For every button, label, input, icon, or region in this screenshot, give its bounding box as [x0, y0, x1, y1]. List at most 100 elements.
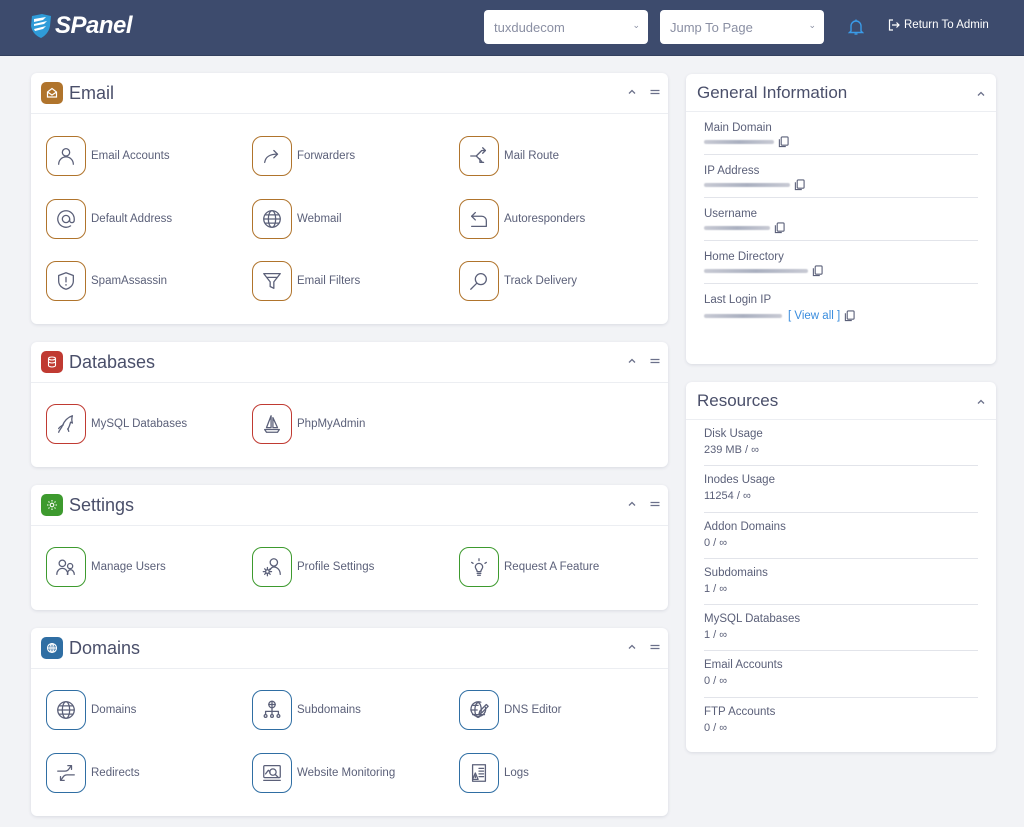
resource-label: Addon Domains: [704, 520, 786, 533]
chevron-down-icon: ⌄: [808, 20, 816, 30]
gear-icon: [41, 494, 63, 516]
tile-phpmyadmin[interactable]: PhpMyAdmin: [252, 404, 365, 444]
resource-value: 0 / ∞: [704, 536, 728, 549]
copy-icon[interactable]: [812, 265, 823, 277]
info-label: Username: [704, 208, 758, 220]
tile-logs[interactable]: Logs: [459, 753, 529, 793]
drag-handle-icon[interactable]: [650, 642, 660, 652]
tile-subdomains[interactable]: Subdomains: [252, 690, 361, 730]
tile-label: Mail Route: [504, 150, 559, 162]
tile-webmail[interactable]: Webmail: [252, 199, 342, 239]
domain-select-value: tuxdudecom: [494, 19, 565, 35]
view-all-link[interactable]: [ View all ]: [788, 308, 840, 324]
tile-request-a-feature[interactable]: Request A Feature: [459, 547, 599, 587]
copy-icon[interactable]: [844, 310, 855, 322]
panel-title: Resources: [697, 390, 779, 410]
info-label: IP Address: [704, 165, 760, 177]
resource-label: FTP Accounts: [704, 705, 776, 718]
tile-email-accounts[interactable]: Email Accounts: [46, 136, 170, 176]
resource-row-disk-usage: Disk Usage 239 MB / ∞: [704, 420, 978, 467]
redacted-value: [704, 226, 770, 230]
domains-section: Domains Domains Subdomains DNS Editor Re…: [31, 628, 668, 816]
collapse-chevron-icon[interactable]: [627, 87, 637, 97]
info-label: Last Login IP: [704, 294, 772, 306]
tile-label: Manage Users: [91, 561, 166, 573]
copy-icon[interactable]: [794, 179, 805, 191]
dolphin-icon: [55, 413, 77, 435]
tile-label: Request A Feature: [504, 561, 600, 573]
tile-track-delivery[interactable]: Track Delivery: [459, 261, 577, 301]
tile-label: Track Delivery: [504, 275, 578, 287]
exit-icon: [888, 19, 900, 31]
copy-icon[interactable]: [774, 222, 785, 234]
drag-handle-icon[interactable]: [650, 356, 660, 366]
section-title: Email: [69, 82, 115, 103]
resource-row-ftp-accounts: FTP Accounts 0 / ∞: [704, 698, 978, 744]
resource-row-mysql-databases: MySQL Databases 1 / ∞: [704, 605, 978, 652]
tile-default-address[interactable]: Default Address: [46, 199, 172, 239]
info-row-ip-address: IP Address: [704, 155, 978, 198]
tile-manage-users[interactable]: Manage Users: [46, 547, 166, 587]
section-title: Settings: [69, 494, 135, 515]
domain-select[interactable]: tuxdudecom ⌄: [484, 10, 648, 44]
spanel-logo[interactable]: SPanel: [30, 13, 133, 39]
tile-domains[interactable]: Domains: [46, 690, 136, 730]
tile-label: Website Monitoring: [297, 767, 396, 779]
tile-label: Webmail: [297, 213, 342, 225]
tile-label: Email Accounts: [91, 150, 170, 162]
funnel-icon: [261, 270, 283, 292]
network-icon: [261, 699, 283, 721]
globe-icon: [261, 208, 283, 230]
collapse-chevron-icon[interactable]: [627, 499, 637, 509]
user-icon: [55, 145, 77, 167]
shield-logo-icon: [31, 14, 51, 38]
resource-row-subdomains: Subdomains 1 / ∞: [704, 559, 978, 606]
lightbulb-icon: [468, 556, 490, 578]
jump-to-page-select[interactable]: Jump To Page ⌄: [660, 10, 824, 44]
envelope-open-icon: [41, 82, 63, 104]
return-to-admin-button[interactable]: Return To Admin: [888, 19, 989, 31]
resource-label: MySQL Databases: [704, 613, 801, 626]
drag-handle-icon[interactable]: [650, 499, 660, 509]
info-row-last-login-ip: Last Login IP [ View all ]: [704, 284, 978, 330]
general-information-header: General Information: [686, 74, 996, 112]
magnifier-icon: [468, 270, 490, 292]
tile-dns-editor[interactable]: DNS Editor: [459, 690, 562, 730]
databases-section: Databases MySQL Databases PhpMyAdmin: [31, 342, 668, 467]
tile-label: DNS Editor: [504, 704, 562, 716]
tile-label: Redirects: [91, 767, 140, 779]
tile-autoresponders[interactable]: Autoresponders: [459, 199, 585, 239]
collapse-chevron-icon[interactable]: [976, 397, 986, 407]
tile-forwarders[interactable]: Forwarders: [252, 136, 355, 176]
redacted-value: [704, 140, 774, 144]
tile-label: Subdomains: [297, 704, 361, 716]
info-row-home-directory: Home Directory: [704, 241, 978, 284]
redacted-value: [704, 269, 808, 273]
tile-label: SpamAssassin: [91, 275, 168, 287]
general-information-panel: General Information Main Domain IP Addre…: [686, 74, 996, 364]
section-title: Databases: [69, 351, 156, 372]
collapse-chevron-icon[interactable]: [627, 642, 637, 652]
return-to-admin-label: Return To Admin: [904, 19, 989, 31]
collapse-chevron-icon[interactable]: [976, 89, 986, 99]
redacted-value: [704, 314, 782, 318]
tile-redirects[interactable]: Redirects: [46, 753, 140, 793]
tile-website-monitoring[interactable]: Website Monitoring: [252, 753, 395, 793]
tile-spamassassin[interactable]: SpamAssassin: [46, 261, 167, 301]
tile-email-filters[interactable]: Email Filters: [252, 261, 360, 301]
notification-bell-icon[interactable]: [848, 18, 864, 36]
tile-profile-settings[interactable]: Profile Settings: [252, 547, 374, 587]
resource-row-inodes-usage: Inodes Usage 11254 / ∞: [704, 466, 978, 513]
tile-label: PhpMyAdmin: [297, 418, 366, 430]
tile-mail-route[interactable]: Mail Route: [459, 136, 559, 176]
resource-value: 11254 / ∞: [704, 490, 751, 503]
copy-icon[interactable]: [778, 136, 789, 148]
shield-alert-icon: [55, 270, 77, 292]
collapse-chevron-icon[interactable]: [627, 356, 637, 366]
globe-icon: [55, 699, 77, 721]
tile-mysql-databases[interactable]: MySQL Databases: [46, 404, 187, 444]
settings-section: Settings Manage Users Profile Settings R…: [31, 485, 668, 610]
drag-handle-icon[interactable]: [650, 87, 660, 97]
resource-value: 0 / ∞: [704, 675, 728, 688]
tile-label: Email Filters: [297, 275, 361, 287]
